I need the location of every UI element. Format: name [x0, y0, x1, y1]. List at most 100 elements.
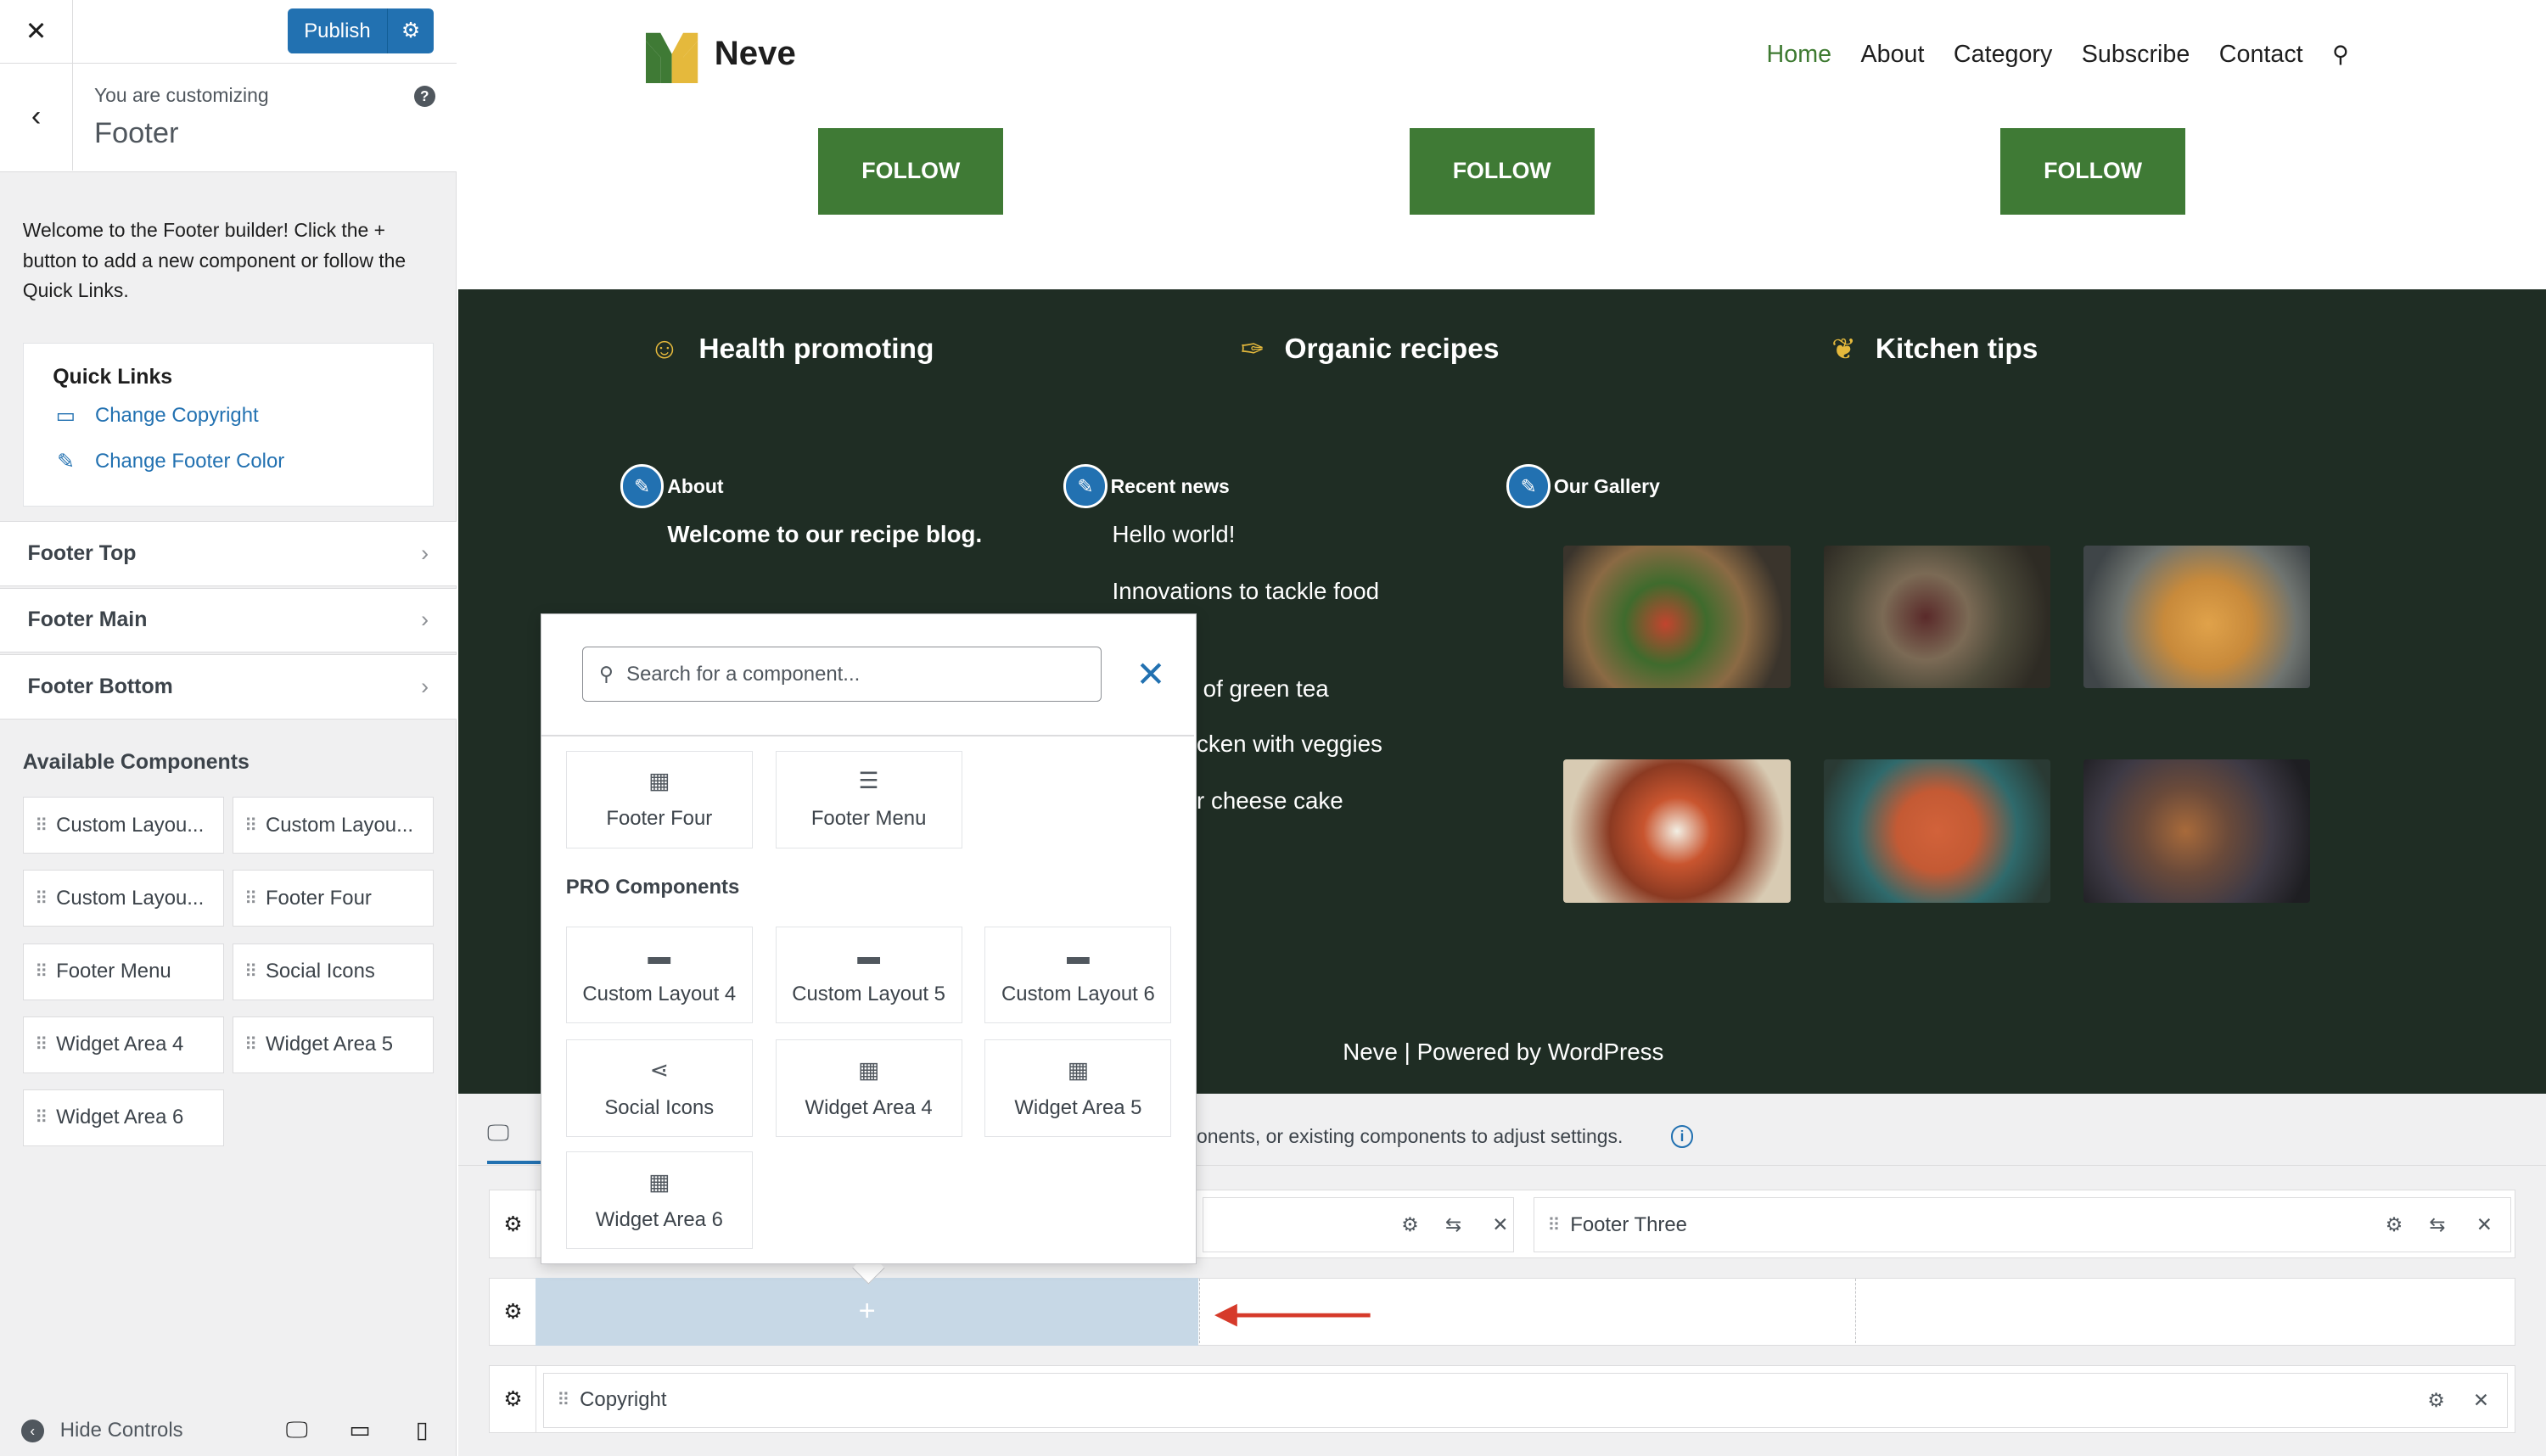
nav-item-about[interactable]: About — [1861, 41, 1925, 69]
info-icon[interactable]: i — [1670, 1124, 1694, 1148]
slot-copyright[interactable]: ⠿ Copyright ⚙ ✕ — [542, 1372, 2508, 1428]
drag-handle-icon[interactable]: ⠿ — [244, 888, 257, 910]
close-icon[interactable]: ✕ — [1136, 653, 1165, 695]
mobile-preview-icon[interactable]: ▯ — [416, 1417, 429, 1443]
gallery-image[interactable] — [1823, 545, 2051, 689]
change-footer-color-link[interactable]: ✎ Change Footer Color — [53, 449, 284, 474]
slot-footer-three[interactable]: ⠿ Footer Three ⚙ ⇆ ✕ — [1534, 1197, 2511, 1253]
follow-button[interactable]: FOLLOW — [818, 128, 1004, 215]
drag-handle-icon[interactable]: ⠿ — [557, 1389, 569, 1411]
tile-custom-layout-4[interactable]: ▬ Custom Layout 4 — [565, 926, 753, 1024]
back-chevron-icon[interactable]: ‹ — [0, 63, 74, 171]
section-footer-bottom[interactable]: Footer Bottom › — [0, 654, 457, 720]
search-icon[interactable]: ⚲ — [2332, 42, 2349, 68]
tile-widget-area-4[interactable]: ▦ Widget Area 4 — [775, 1039, 962, 1138]
site-logo-text[interactable]: Neve — [715, 34, 796, 73]
component-custom-layout[interactable]: ⠿ Custom Layou... — [232, 797, 434, 854]
gear-icon[interactable]: ⚙ — [1401, 1213, 1419, 1236]
close-icon[interactable]: ✕ — [1492, 1213, 1508, 1236]
nav-item-home[interactable]: Home — [1767, 41, 1832, 69]
edit-pencil-icon[interactable]: ✎ — [620, 464, 665, 508]
slot-footer-two[interactable]: ⚙ ⇆ ✕ — [1202, 1197, 1515, 1253]
nav-item-subscribe[interactable]: Subscribe — [2082, 41, 2190, 69]
close-icon[interactable]: ✕ — [2473, 1389, 2489, 1412]
nav-item-contact[interactable]: Contact — [2219, 41, 2303, 69]
tile-custom-layout-5[interactable]: ▬ Custom Layout 5 — [775, 926, 962, 1024]
tile-widget-area-6[interactable]: ▦ Widget Area 6 — [565, 1151, 753, 1250]
row-settings-gear-icon[interactable]: ⚙ — [488, 1364, 538, 1434]
drag-handle-icon[interactable]: ⠿ — [244, 815, 257, 837]
close-icon[interactable]: ✕ — [0, 0, 74, 64]
tile-social-icons[interactable]: ⋖ Social Icons — [565, 1039, 753, 1138]
drag-handle-icon[interactable]: ⠿ — [35, 888, 48, 910]
gallery-image[interactable] — [2083, 545, 2311, 689]
chevron-right-icon: › — [421, 673, 429, 699]
row-settings-gear-icon[interactable]: ⚙ — [488, 1190, 538, 1258]
component-social-icons[interactable]: ⠿ Social Icons — [232, 943, 434, 1000]
widget-gallery-label[interactable]: ✎ Our Gallery — [1506, 464, 1660, 508]
drag-handle-icon[interactable]: ⠿ — [35, 960, 48, 983]
gallery-image[interactable] — [2083, 759, 2311, 903]
news-link[interactable]: r cheese cake — [1197, 787, 1343, 815]
sliders-icon[interactable]: ⇆ — [1445, 1213, 1461, 1236]
gallery-image[interactable] — [1563, 759, 1792, 903]
drag-handle-icon[interactable]: ⠿ — [1547, 1214, 1560, 1236]
desktop-tab-icon[interactable]: 🖵 — [487, 1120, 509, 1147]
component-widget-area-4[interactable]: ⠿ Widget Area 4 — [22, 1016, 225, 1073]
close-icon[interactable]: ✕ — [2476, 1213, 2493, 1236]
desktop-preview-icon[interactable]: 🖵 — [286, 1417, 308, 1444]
component-search-input[interactable]: ⚲ Search for a component... — [581, 647, 1102, 703]
news-link[interactable]: of green tea — [1203, 675, 1329, 703]
follow-button[interactable]: FOLLOW — [1409, 128, 1595, 215]
drag-handle-icon[interactable]: ⠿ — [35, 815, 48, 837]
drag-handle-icon[interactable]: ⠿ — [244, 1033, 257, 1056]
slot-label: Copyright — [580, 1388, 667, 1412]
component-widget-area-5[interactable]: ⠿ Widget Area 5 — [232, 1016, 434, 1073]
neve-logo-icon[interactable] — [646, 28, 698, 83]
gear-icon[interactable]: ⚙ — [2427, 1389, 2445, 1412]
component-custom-layout[interactable]: ⠿ Custom Layou... — [22, 870, 225, 927]
layout-icon: ▬ — [857, 943, 880, 969]
row-settings-gear-icon[interactable]: ⚙ — [488, 1277, 538, 1347]
widget-about-label[interactable]: ✎ About — [620, 464, 724, 508]
component-footer-menu[interactable]: ⠿ Footer Menu — [22, 943, 225, 1000]
news-link[interactable]: cken with veggies — [1197, 731, 1382, 758]
publish-label[interactable]: Publish — [288, 8, 389, 54]
powered-by-text[interactable]: Neve | Powered by WordPress — [1343, 1039, 1663, 1066]
drag-handle-icon[interactable]: ⠿ — [244, 960, 257, 983]
help-icon[interactable]: ? — [413, 86, 435, 108]
section-footer-top[interactable]: Footer Top › — [0, 521, 457, 586]
sliders-icon[interactable]: ⇆ — [2429, 1213, 2445, 1236]
nav-item-category[interactable]: Category — [1954, 41, 2052, 69]
change-copyright-label[interactable]: Change Copyright — [95, 404, 259, 428]
gallery-image[interactable] — [1823, 759, 2051, 903]
change-copyright-link[interactable]: ▭ Change Copyright — [53, 403, 259, 428]
gallery-image[interactable] — [1563, 545, 1792, 689]
drag-handle-icon[interactable]: ⠿ — [35, 1033, 48, 1056]
publish-button[interactable]: Publish ⚙ — [287, 8, 434, 54]
edit-pencil-icon[interactable]: ✎ — [1063, 464, 1108, 508]
widget-recent-news-label[interactable]: ✎ Recent news — [1063, 464, 1230, 508]
tile-footer-menu[interactable]: ☰ Footer Menu — [775, 750, 962, 848]
gear-icon[interactable]: ⚙ — [2386, 1213, 2403, 1236]
news-link[interactable]: Hello world! — [1113, 521, 1236, 548]
component-widget-area-6[interactable]: ⠿ Widget Area 6 — [22, 1089, 225, 1146]
quick-links-title: Quick Links — [53, 364, 173, 389]
follow-button[interactable]: FOLLOW — [2000, 128, 2186, 215]
tile-custom-layout-6[interactable]: ▬ Custom Layout 6 — [984, 926, 1172, 1024]
drag-handle-icon[interactable]: ⠿ — [35, 1106, 48, 1128]
hide-controls-label[interactable]: Hide Controls — [60, 1419, 183, 1442]
news-link[interactable]: Innovations to tackle food — [1113, 578, 1380, 605]
component-footer-four[interactable]: ⠿ Footer Four — [232, 870, 434, 927]
tile-footer-four[interactable]: ▦ Footer Four — [565, 750, 753, 848]
change-footer-color-label[interactable]: Change Footer Color — [95, 450, 284, 473]
component-custom-layout[interactable]: ⠿ Custom Layou... — [22, 797, 225, 854]
hide-controls-button[interactable]: ‹ Hide Controls — [20, 1419, 183, 1442]
add-component-zone[interactable]: + — [536, 1277, 1198, 1347]
tile-widget-area-5[interactable]: ▦ Widget Area 5 — [984, 1039, 1172, 1138]
publish-settings-gear-icon[interactable]: ⚙ — [388, 18, 434, 43]
feature-label: Kitchen tips — [1875, 333, 2038, 366]
edit-pencil-icon[interactable]: ✎ — [1506, 464, 1551, 508]
tablet-preview-icon[interactable]: ▭ — [349, 1417, 370, 1443]
section-footer-main[interactable]: Footer Main › — [0, 587, 457, 653]
